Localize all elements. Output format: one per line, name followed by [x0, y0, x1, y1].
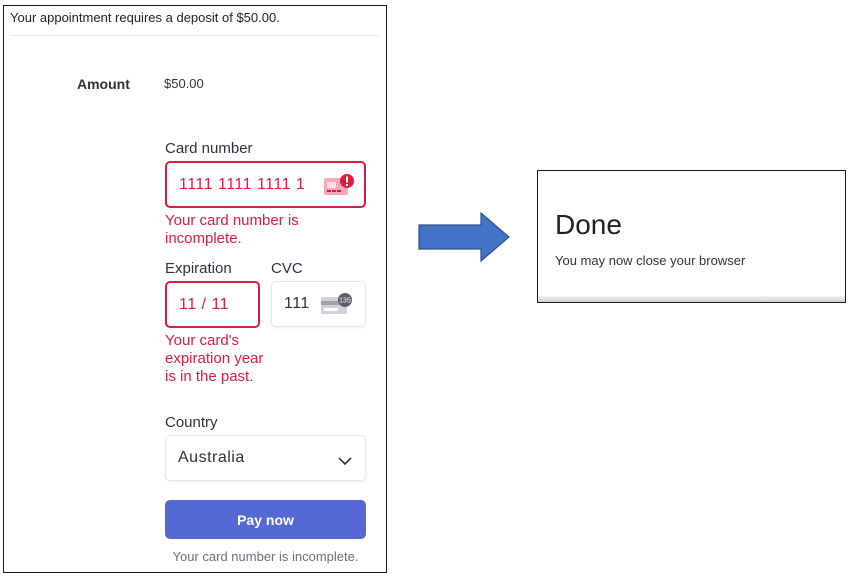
country-label: Country	[165, 414, 218, 431]
expiration-label: Expiration	[165, 260, 232, 277]
cvc-value: 111	[284, 295, 310, 312]
card-number-input[interactable]: 1111 1111 1111 1	[165, 161, 366, 208]
country-select[interactable]: Australia	[165, 435, 366, 481]
expiration-error: Your card's expiration year is in the pa…	[165, 332, 264, 385]
right-arrow-icon	[418, 211, 510, 267]
card-error-icon	[324, 174, 354, 201]
expiration-input[interactable]: 11 / 11	[165, 281, 260, 328]
cvc-label: CVC	[271, 260, 303, 277]
divider	[10, 35, 380, 36]
expiration-value: 11 / 11	[179, 295, 230, 313]
window-bottom-edge	[538, 296, 845, 302]
pay-now-button[interactable]: Pay now	[165, 500, 366, 539]
cvc-icon-number: 135	[339, 298, 351, 305]
amount-value: $50.00	[164, 76, 204, 91]
country-value: Australia	[178, 449, 245, 466]
card-number-error: Your card number is incomplete.	[165, 212, 299, 247]
card-number-value: 1111 1111 1111 1	[179, 175, 306, 193]
amount-label: Amount	[77, 76, 130, 92]
deposit-notice: Your appointment requires a deposit of $…	[10, 10, 280, 25]
footer-error-message: Your card number is incomplete.	[172, 549, 359, 564]
done-panel: Done You may now close your browser	[537, 170, 846, 303]
done-message: You may now close your browser	[555, 253, 746, 268]
card-number-label: Card number	[165, 140, 253, 157]
done-title: Done	[555, 209, 622, 240]
cvc-card-icon: 135	[321, 293, 353, 320]
cvc-input[interactable]: 111 135	[271, 281, 366, 327]
payment-form-panel: Your appointment requires a deposit of $…	[3, 5, 387, 573]
chevron-down-icon	[338, 453, 352, 471]
